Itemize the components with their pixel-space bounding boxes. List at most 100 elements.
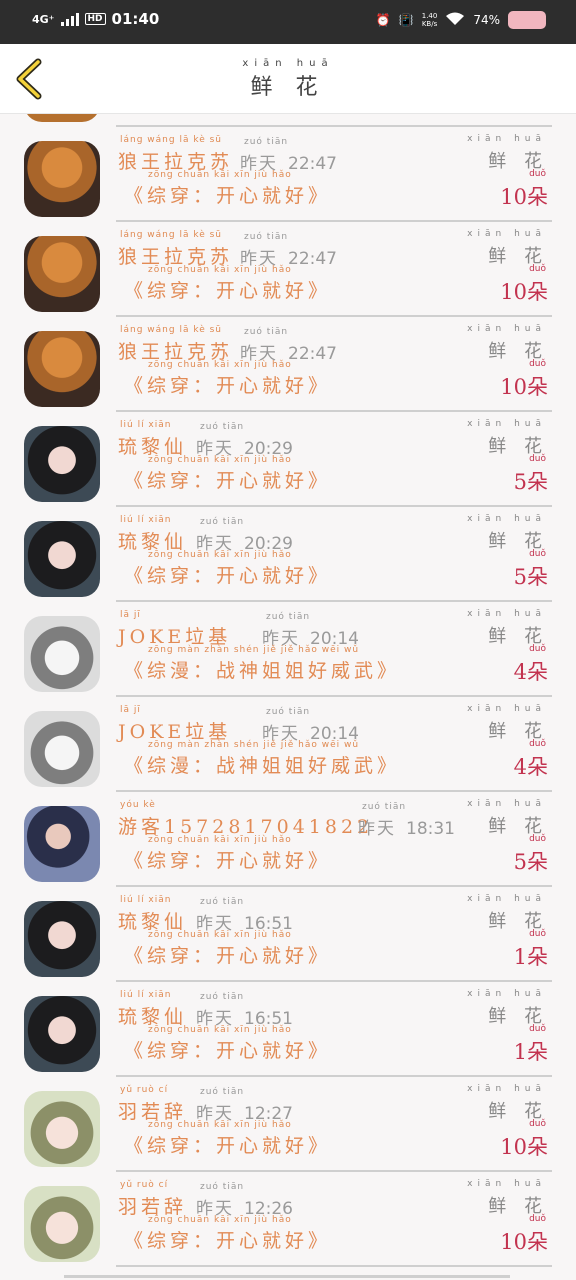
unit-pinyin: duǒ bbox=[529, 834, 546, 844]
book-title[interactable]: 《综穿：开心就好》 bbox=[124, 846, 331, 873]
day-pinyin: zuó tiān bbox=[266, 707, 311, 717]
network-indicator: 4G⁺ bbox=[32, 12, 55, 26]
flower-count-value: 10 bbox=[500, 375, 527, 399]
flower-unit: 朵 bbox=[527, 755, 548, 779]
day-pinyin: zuó tiān bbox=[362, 802, 407, 812]
flower-gift-list[interactable]: láng wáng lā kè sū 狼王拉克苏 zuó tiān 昨天 22:47 zō… bbox=[0, 114, 576, 1280]
avatar[interactable] bbox=[24, 1186, 100, 1262]
day-pinyin: zuó tiān bbox=[200, 897, 245, 907]
list-item[interactable]: liú lí xiān 琉黎仙 zuó tiān 昨天 16:51 zōng chuān … bbox=[0, 982, 576, 1077]
avatar[interactable] bbox=[24, 711, 100, 787]
flower-count-value: 1 bbox=[513, 945, 527, 969]
list-item[interactable]: yǔ ruò cí 羽若辞 zuó tiān 昨天 12:26 zōng chuān kā… bbox=[0, 1172, 576, 1267]
book-title[interactable]: 《综穿：开心就好》 bbox=[124, 1131, 331, 1158]
list-item[interactable]: láng wáng lā kè sū 狼王拉克苏 zuó tiān 昨天 22:47 zō… bbox=[0, 222, 576, 317]
gift-pinyin: xiān huā bbox=[467, 229, 546, 239]
unit-pinyin: duǒ bbox=[529, 1119, 546, 1129]
sender-name-pinyin: yóu kè bbox=[120, 800, 156, 810]
flower-count: 1朵 bbox=[514, 941, 548, 971]
list-item[interactable]: yǔ ruò cí 羽若辞 zuó tiān 昨天 12:27 zōng chuān kā… bbox=[0, 1077, 576, 1172]
page-title: xiān huā 鲜 花 bbox=[0, 58, 576, 101]
day-pinyin: zuó tiān bbox=[266, 612, 311, 622]
time-label: 22:47 bbox=[288, 249, 337, 269]
avatar[interactable] bbox=[24, 426, 100, 502]
book-title[interactable]: 《综穿：开心就好》 bbox=[124, 466, 331, 493]
battery-percent: 74% bbox=[473, 13, 500, 27]
list-item-partial[interactable] bbox=[0, 114, 576, 127]
message-pinyin: zōng màn zhàn shén jiě jiě hǎo wēi wǔ bbox=[148, 645, 360, 655]
list-item[interactable]: yóu kè 游客15728170418​22 zuó tiān 昨天 18:31 zōn… bbox=[0, 792, 576, 887]
avatar[interactable] bbox=[24, 806, 100, 882]
home-indicator[interactable] bbox=[64, 1275, 510, 1278]
message-pinyin: zōng màn zhàn shén jiě jiě hǎo wēi wǔ bbox=[148, 740, 360, 750]
message-pinyin: zōng chuān kāi xīn jiù hǎo bbox=[148, 360, 292, 370]
list-item[interactable]: lā jī JOKE垃基 zuó tiān 昨天 20:14 zōng màn zhàn … bbox=[0, 697, 576, 792]
flower-count: 5朵 bbox=[514, 846, 548, 876]
message-pinyin: zōng chuān kāi xīn jiù hǎo bbox=[148, 1120, 292, 1130]
book-title[interactable]: 《综穿：开心就好》 bbox=[124, 561, 331, 588]
day-pinyin: zuó tiān bbox=[244, 137, 289, 147]
book-title[interactable]: 《综穿：开心就好》 bbox=[124, 1226, 331, 1253]
flower-count: 10朵 bbox=[500, 1131, 548, 1161]
list-item[interactable]: liú lí xiān 琉黎仙 zuó tiān 昨天 20:29 zōng chuān … bbox=[0, 412, 576, 507]
avatar[interactable] bbox=[24, 141, 100, 217]
message-pinyin: zōng chuān kāi xīn jiù hǎo bbox=[148, 1025, 292, 1035]
gift-pinyin: xiān huā bbox=[467, 609, 546, 619]
book-title[interactable]: 《综穿：开心就好》 bbox=[124, 276, 331, 303]
avatar[interactable] bbox=[24, 236, 100, 312]
flower-count-value: 5 bbox=[513, 470, 527, 494]
day-pinyin: zuó tiān bbox=[200, 1087, 245, 1097]
book-title[interactable]: 《综漫：战神姐姐好威武》 bbox=[124, 751, 400, 778]
list-item[interactable]: liú lí xiān 琉黎仙 zuó tiān 昨天 16:51 zōng chuān … bbox=[0, 887, 576, 982]
gift-pinyin: xiān huā bbox=[467, 1084, 546, 1094]
book-title[interactable]: 《综穿：开心就好》 bbox=[124, 371, 331, 398]
timestamp: 昨天 18:31 bbox=[358, 814, 455, 839]
unit-pinyin: duǒ bbox=[529, 1214, 546, 1224]
avatar[interactable] bbox=[24, 616, 100, 692]
book-title[interactable]: 《综漫：战神姐姐好威武》 bbox=[124, 656, 400, 683]
sender-name-pinyin: láng wáng lā kè sū bbox=[120, 230, 223, 240]
book-title[interactable]: 《综穿：开心就好》 bbox=[124, 1036, 331, 1063]
list-item[interactable]: láng wáng lā kè sū 狼王拉克苏 zuó tiān 昨天 22:47 zō… bbox=[0, 127, 576, 222]
flower-unit: 朵 bbox=[527, 280, 548, 304]
sender-name-pinyin: yǔ ruò cí bbox=[120, 1085, 169, 1095]
flower-count-value: 5 bbox=[513, 850, 527, 874]
battery-icon bbox=[508, 11, 546, 29]
flower-count: 10朵 bbox=[500, 181, 548, 211]
message-pinyin: zōng chuān kāi xīn jiù hǎo bbox=[148, 1215, 292, 1225]
avatar[interactable] bbox=[24, 1091, 100, 1167]
flower-count-value: 5 bbox=[513, 565, 527, 589]
avatar[interactable] bbox=[24, 521, 100, 597]
day-pinyin: zuó tiān bbox=[244, 232, 289, 242]
day-pinyin: zuó tiān bbox=[200, 992, 245, 1002]
sender-name-pinyin: láng wáng lā kè sū bbox=[120, 325, 223, 335]
day-pinyin: zuó tiān bbox=[200, 1182, 245, 1192]
flower-count-value: 10 bbox=[500, 1135, 527, 1159]
sender-name-pinyin: liú lí xiān bbox=[120, 420, 172, 430]
list-item[interactable]: lā jī JOKE垃基 zuó tiān 昨天 20:14 zōng màn zhàn … bbox=[0, 602, 576, 697]
signal-icon bbox=[60, 12, 79, 26]
flower-count-value: 10 bbox=[500, 1230, 527, 1254]
gift-pinyin: xiān huā bbox=[467, 324, 546, 334]
gift-pinyin: xiān huā bbox=[467, 704, 546, 714]
avatar[interactable] bbox=[24, 901, 100, 977]
vibrate-icon: 📳 bbox=[398, 13, 414, 27]
avatar[interactable] bbox=[24, 114, 100, 122]
unit-pinyin: duǒ bbox=[529, 644, 546, 654]
book-title[interactable]: 《综穿：开心就好》 bbox=[124, 941, 331, 968]
flower-unit: 朵 bbox=[527, 185, 548, 209]
sender-name-pinyin: liú lí xiān bbox=[120, 990, 172, 1000]
flower-unit: 朵 bbox=[527, 660, 548, 684]
list-item[interactable]: liú lí xiān 琉黎仙 zuó tiān 昨天 20:29 zōng chuān … bbox=[0, 507, 576, 602]
sender-name-pinyin: yǔ ruò cí bbox=[120, 1180, 169, 1190]
unit-pinyin: duǒ bbox=[529, 359, 546, 369]
avatar[interactable] bbox=[24, 996, 100, 1072]
book-title[interactable]: 《综穿：开心就好》 bbox=[124, 181, 331, 208]
message-pinyin: zōng chuān kāi xīn jiù hǎo bbox=[148, 930, 292, 940]
avatar[interactable] bbox=[24, 331, 100, 407]
unit-pinyin: duǒ bbox=[529, 549, 546, 559]
flower-count: 4朵 bbox=[514, 656, 548, 686]
flower-unit: 朵 bbox=[527, 850, 548, 874]
unit-pinyin: duǒ bbox=[529, 1024, 546, 1034]
list-item[interactable]: láng wáng lā kè sū 狼王拉克苏 zuó tiān 昨天 22:47 zō… bbox=[0, 317, 576, 412]
